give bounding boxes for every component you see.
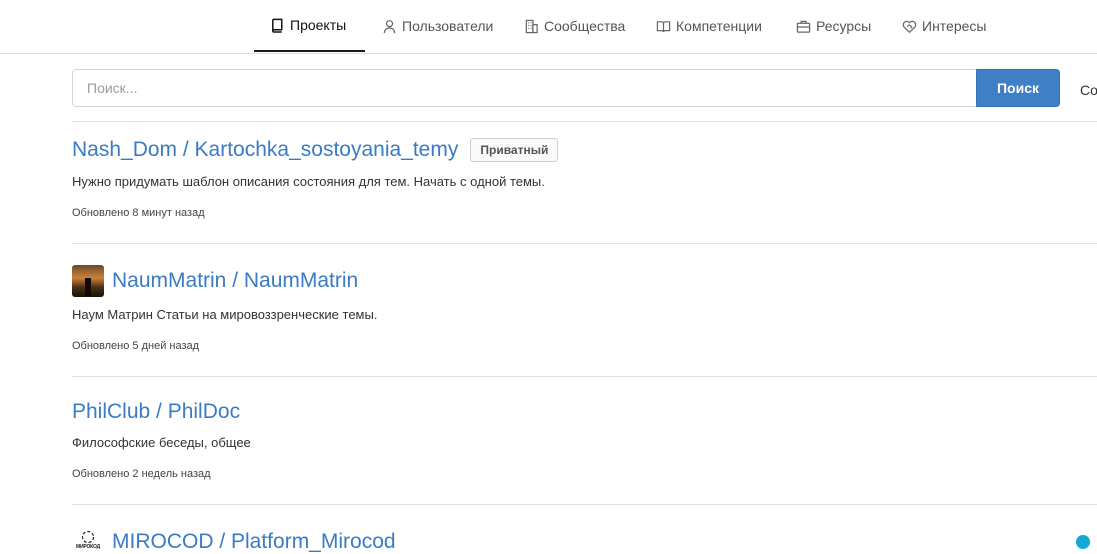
tab-communities[interactable]: Сообщества bbox=[508, 0, 641, 52]
tab-projects[interactable]: Проекты bbox=[254, 0, 365, 52]
book-icon bbox=[270, 18, 285, 33]
repo-updated: Обновлено 8 минут назад bbox=[72, 207, 205, 219]
repo-item-4-title: МИРОКОД MIROCOD / Platform_Mirocod bbox=[72, 530, 396, 554]
repo-link[interactable]: NaumMatrin / NaumMatrin bbox=[112, 269, 358, 293]
divider bbox=[72, 376, 1097, 377]
repo-description: Философские беседы, общее bbox=[72, 435, 251, 450]
repo-link[interactable]: PhilClub / PhilDoc bbox=[72, 400, 240, 424]
divider bbox=[72, 504, 1097, 505]
search-button[interactable]: Поиск bbox=[976, 69, 1060, 107]
building-icon bbox=[524, 19, 539, 34]
repo-item-1-title: Nash_Dom / Kartochka_sostoyania_temy При… bbox=[72, 138, 559, 162]
briefcase-icon bbox=[796, 19, 811, 34]
repo-updated: Обновлено 5 дней назад bbox=[72, 340, 200, 352]
tab-label: Пользователи bbox=[402, 18, 494, 34]
tab-label: Ресурсы bbox=[816, 18, 872, 34]
tab-competences[interactable]: Компетенции bbox=[640, 0, 778, 52]
tab-label: Интересы bbox=[922, 18, 987, 34]
open-book-icon bbox=[656, 19, 671, 34]
heart-handshake-icon bbox=[902, 19, 917, 34]
avatar[interactable] bbox=[72, 265, 104, 297]
top-navigation: Проекты Пользователи Сообщества Компетен… bbox=[0, 0, 1097, 54]
tab-label: Сообщества bbox=[544, 18, 626, 34]
user-icon bbox=[382, 19, 397, 34]
tab-interests[interactable]: Интересы bbox=[886, 0, 1002, 52]
repo-link[interactable]: MIROCOD / Platform_Mirocod bbox=[112, 530, 396, 554]
repo-link[interactable]: Nash_Dom / Kartochka_sostoyania_temy bbox=[72, 138, 458, 162]
status-indicator[interactable] bbox=[1076, 535, 1090, 549]
repo-updated: Обновлено 2 недель назад bbox=[72, 468, 211, 480]
logo-mark-icon bbox=[81, 530, 95, 544]
tab-label: Компетенции bbox=[676, 18, 762, 34]
repo-description: Наум Матрин Статьи на мировоззренческие … bbox=[72, 307, 378, 322]
sort-dropdown[interactable]: Со bbox=[1080, 82, 1097, 98]
repo-item-3-title: PhilClub / PhilDoc bbox=[72, 400, 240, 424]
tab-users[interactable]: Пользователи bbox=[366, 0, 509, 52]
divider bbox=[72, 121, 1097, 122]
divider bbox=[72, 243, 1097, 244]
mirocod-logo[interactable]: МИРОКОД bbox=[72, 530, 104, 554]
repo-description: Нужно придумать шаблон описания состояни… bbox=[72, 174, 545, 189]
tab-label: Проекты bbox=[290, 17, 347, 33]
private-badge: Приватный bbox=[470, 138, 559, 162]
search-input[interactable] bbox=[72, 69, 976, 107]
repo-item-2-title: NaumMatrin / NaumMatrin bbox=[72, 265, 358, 297]
tab-resources[interactable]: Ресурсы bbox=[780, 0, 887, 52]
